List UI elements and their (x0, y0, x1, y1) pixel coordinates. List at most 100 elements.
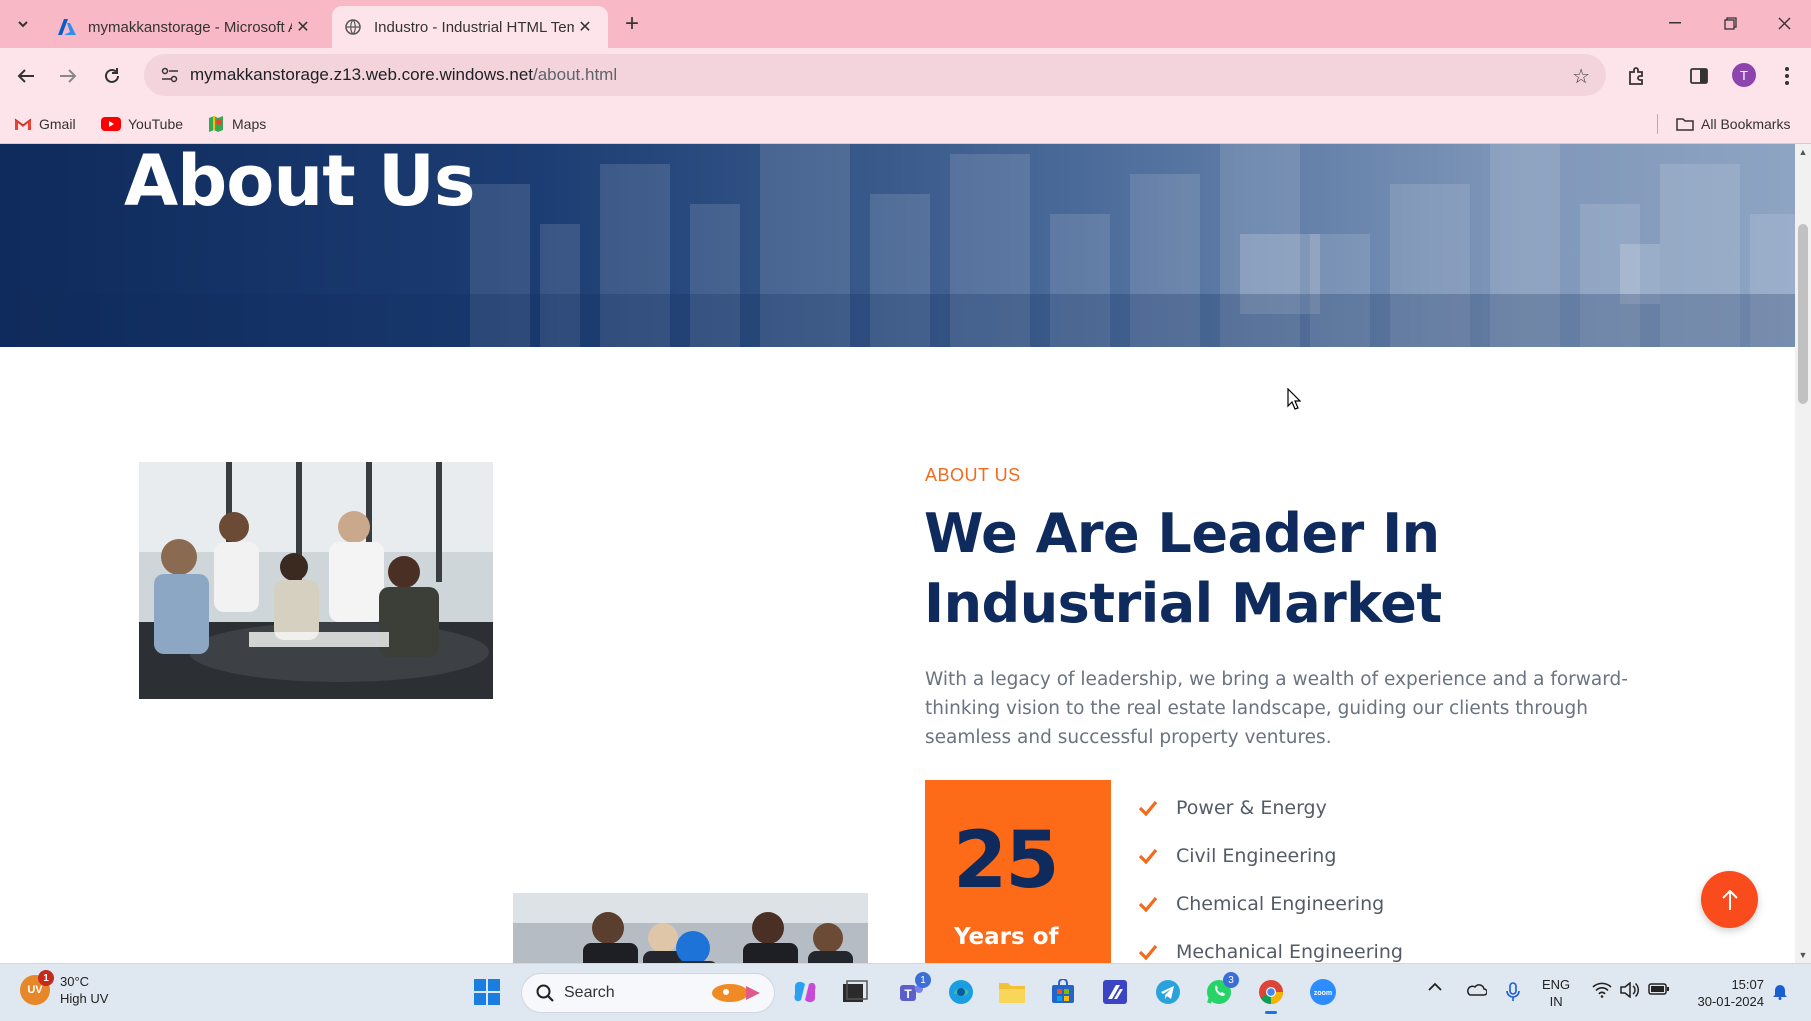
whatsapp-badge: 3 (1223, 972, 1239, 988)
years-label: Years of (954, 924, 1059, 950)
list-item: Mechanical Engineering (1138, 928, 1403, 963)
tab-azure[interactable]: mymakkanstorage - Microsoft Azure ✕ (46, 6, 326, 48)
windows-logo-icon (474, 979, 500, 1005)
clock-time: 15:07 (1731, 977, 1764, 992)
service-label: Chemical Engineering (1176, 893, 1385, 915)
telegram-icon[interactable] (1151, 975, 1185, 1009)
heading-line: Industrial Market (924, 572, 1442, 635)
start-button[interactable] (470, 975, 504, 1009)
page-title: About Us (124, 144, 476, 222)
close-icon[interactable]: ✕ (574, 16, 596, 38)
svg-text:zoom: zoom (1314, 990, 1332, 997)
file-explorer-icon[interactable] (995, 975, 1029, 1009)
reload-button[interactable] (96, 60, 128, 92)
scrollbar-thumb[interactable] (1798, 224, 1808, 404)
taskbar-search[interactable]: Search (521, 973, 775, 1013)
check-icon (1138, 848, 1162, 864)
restore-icon (1723, 16, 1737, 30)
clock[interactable]: 15:07 30-01-2024 (1688, 976, 1765, 1010)
profile-avatar[interactable]: T (1732, 63, 1756, 87)
bookmarks-divider (1657, 114, 1658, 134)
teams-icon[interactable]: T 1 (894, 972, 931, 1009)
zoom-icon[interactable]: zoom (1306, 975, 1340, 1009)
azure-icon (58, 18, 76, 36)
language-indicator[interactable]: ENG IN (1542, 976, 1570, 1010)
scroll-up-icon[interactable]: ▲ (1795, 144, 1811, 160)
browser-toolbar: mymakkanstorage.z13.web.core.windows.net… (0, 48, 1811, 104)
close-window-button[interactable] (1761, 8, 1807, 38)
forward-button[interactable] (52, 60, 84, 92)
copilot-taskbar-icon[interactable] (788, 975, 822, 1009)
years-number: 25 (953, 816, 1060, 906)
reload-icon (105, 68, 119, 83)
extensions-button[interactable] (1621, 60, 1653, 92)
new-tab-button[interactable]: + (618, 10, 646, 38)
whatsapp-icon[interactable]: 3 (1202, 972, 1239, 1009)
service-label: Mechanical Engineering (1176, 941, 1403, 963)
side-panel-icon (1690, 68, 1708, 84)
language-region: IN (1549, 994, 1563, 1009)
notifications-bell-icon[interactable] (1772, 982, 1788, 1000)
browser-menu-button[interactable] (1771, 60, 1803, 92)
task-view-icon[interactable] (838, 975, 872, 1009)
url-host: mymakkanstorage.z13.web.core.windows.net (190, 65, 533, 84)
bookmark-gmail[interactable]: Gmail (14, 112, 76, 136)
url-text: mymakkanstorage.z13.web.core.windows.net… (190, 65, 617, 85)
page-scrollbar[interactable]: ▲ ▼ (1795, 144, 1811, 963)
close-icon[interactable]: ✕ (292, 16, 314, 38)
edge-icon[interactable] (944, 975, 978, 1009)
arrow-up-icon (1721, 889, 1738, 910)
more-vertical-icon (1785, 67, 1789, 85)
address-bar[interactable]: mymakkanstorage.z13.web.core.windows.net… (144, 54, 1606, 96)
check-icon (1138, 896, 1162, 912)
bookmark-label: Maps (232, 116, 267, 132)
experience-badge: 25 Years of (925, 780, 1111, 963)
bookmark-label: YouTube (128, 116, 184, 132)
volume-icon[interactable] (1620, 982, 1640, 998)
folder-icon (1676, 117, 1694, 131)
youtube-icon (101, 117, 121, 131)
site-info-icon[interactable] (150, 67, 190, 83)
bookmarks-bar: Gmail YouTube Maps All Bookmarks (0, 104, 1811, 144)
section-heading: We Are Leader In Industrial Market (924, 499, 1624, 639)
svg-text:T: T (904, 987, 912, 1001)
tab-search-dropdown[interactable] (8, 9, 38, 39)
restore-button[interactable] (1707, 8, 1753, 38)
service-label: Civil Engineering (1176, 845, 1337, 867)
arrow-right-icon (60, 69, 77, 83)
battery-icon[interactable] (1648, 982, 1670, 996)
all-bookmarks-button[interactable]: All Bookmarks (1676, 112, 1790, 136)
services-list: Power & Energy Civil Engineering Chemica… (1138, 784, 1403, 963)
tab-industro[interactable]: Industro - Industrial HTML Template ✕ (332, 6, 608, 48)
clock-date: 30-01-2024 (1697, 994, 1765, 1009)
team-meeting-photo (139, 462, 493, 699)
mouse-cursor-icon (1287, 388, 1301, 410)
scroll-down-icon[interactable]: ▼ (1795, 947, 1811, 963)
check-icon (1138, 944, 1162, 960)
search-icon (536, 984, 554, 1002)
power-automate-icon[interactable] (1098, 975, 1132, 1009)
maps-icon (207, 115, 225, 133)
all-bookmarks-label: All Bookmarks (1701, 116, 1791, 132)
back-button[interactable] (10, 60, 42, 92)
windows-taskbar: UV 1 30°C High UV Search T 1 3 zoom ENG … (0, 963, 1811, 1021)
weather-widget[interactable]: UV 1 30°C High UV (20, 970, 109, 1007)
back-to-top-button[interactable] (1701, 871, 1758, 928)
show-hidden-icons-button[interactable] (1428, 982, 1442, 992)
page-viewport: About Us ABOUT US We Are Leader In Indus… (0, 144, 1795, 963)
minimize-button[interactable] (1652, 8, 1698, 38)
chrome-icon[interactable] (1254, 975, 1288, 1014)
bookmark-maps[interactable]: Maps (207, 112, 266, 136)
weather-desc: High UV (60, 991, 109, 1006)
tab-bar: mymakkanstorage - Microsoft Azure ✕ Indu… (0, 0, 1811, 48)
microphone-icon[interactable] (1506, 982, 1520, 1002)
active-app-indicator (1265, 1011, 1277, 1014)
wifi-icon[interactable] (1592, 982, 1612, 998)
bookmark-youtube[interactable]: YouTube (101, 112, 183, 136)
onedrive-icon[interactable] (1465, 982, 1487, 996)
microsoft-store-icon[interactable] (1046, 975, 1080, 1009)
chevron-down-icon (18, 21, 28, 28)
service-label: Power & Energy (1176, 797, 1327, 819)
bookmark-star-icon[interactable]: ☆ (1572, 64, 1590, 89)
side-panel-button[interactable] (1683, 60, 1715, 92)
